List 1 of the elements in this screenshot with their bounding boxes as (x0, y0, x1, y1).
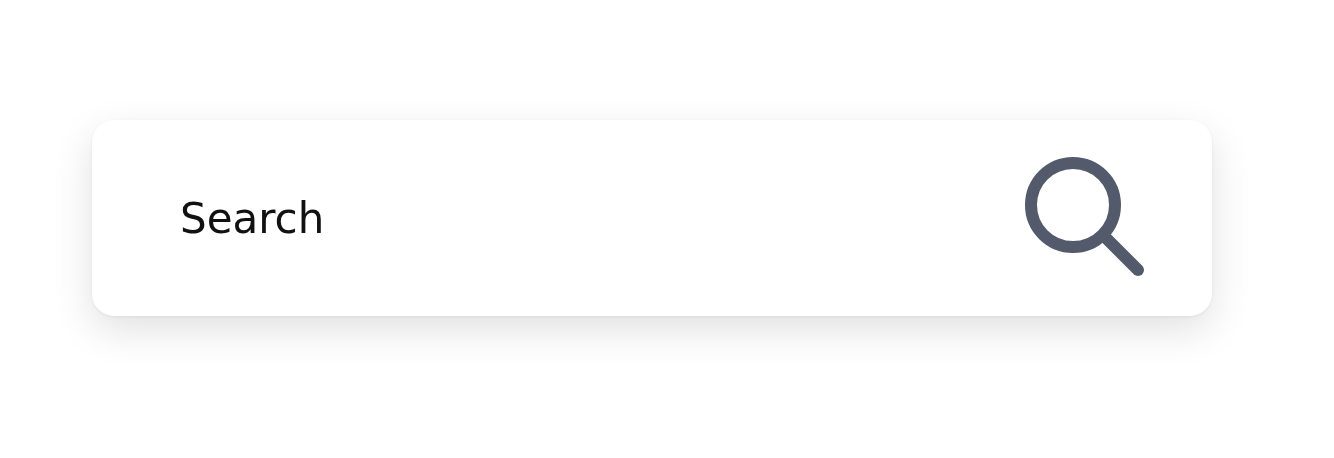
search-field[interactable]: Search (180, 188, 1024, 248)
